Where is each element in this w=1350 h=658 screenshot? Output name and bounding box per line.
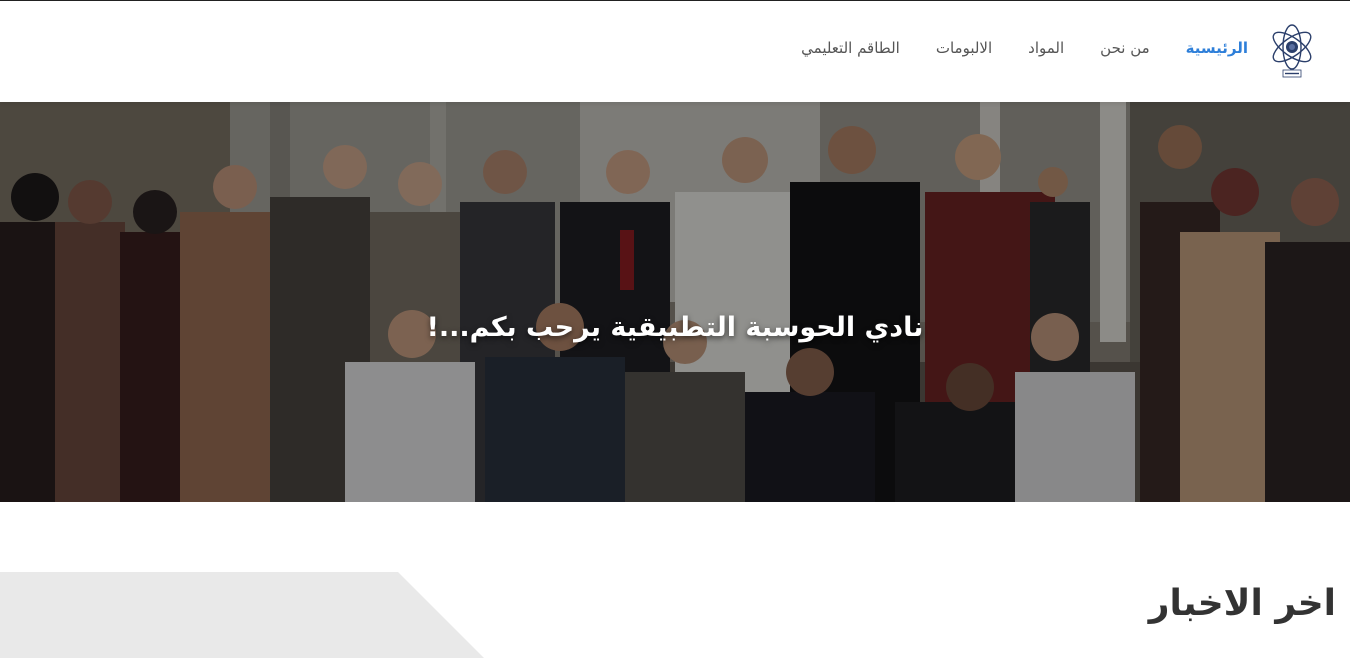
news-decorative-band	[0, 572, 484, 658]
navbar: الرئيسية من نحن المواد الالبومات الطاقم …	[0, 1, 1350, 102]
nav-courses[interactable]: المواد	[1028, 39, 1064, 57]
hero-welcome-title: نادي الحوسبة التطبيقية يرحب بكم...!	[426, 312, 924, 343]
hero-banner: نادي الحوسبة التطبيقية يرحب بكم...!	[0, 102, 1350, 502]
nav-about[interactable]: من نحن	[1100, 39, 1150, 57]
club-logo[interactable]	[1266, 21, 1318, 81]
nav-albums[interactable]: الالبومات	[936, 39, 992, 57]
hero-dark-overlay	[0, 102, 1350, 502]
nav-teaching-staff[interactable]: الطاقم التعليمي	[801, 39, 900, 57]
main-nav: الرئيسية من نحن المواد الالبومات الطاقم …	[801, 39, 1248, 57]
nav-home[interactable]: الرئيسية	[1186, 39, 1248, 57]
page: الرئيسية من نحن المواد الالبومات الطاقم …	[0, 0, 1350, 658]
news-heading: اخر الاخبار	[1148, 583, 1336, 624]
